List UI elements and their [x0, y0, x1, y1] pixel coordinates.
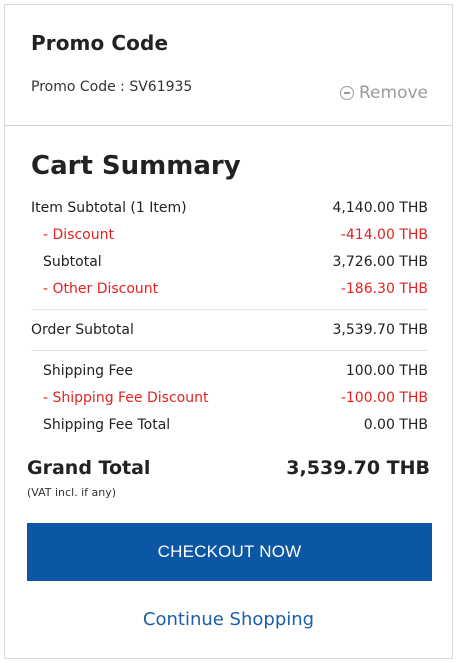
shipping-discount-value: -100.00 THB — [340, 390, 428, 406]
checkout-button[interactable]: CHECKOUT NOW — [27, 523, 432, 581]
discount-label: - Discount — [43, 227, 114, 243]
divider — [31, 309, 428, 310]
minus-circle-icon — [340, 86, 354, 100]
subtotal-value: 3,726.00 THB — [332, 254, 428, 270]
vat-note: (VAT incl. if any) — [27, 486, 117, 499]
cart-summary-title: Cart Summary — [31, 151, 241, 181]
shipping-total-value: 0.00 THB — [363, 417, 428, 433]
shipping-discount-label: - Shipping Fee Discount — [43, 390, 209, 406]
cart-summary-card: Promo Code Promo Code : SV61935 Remove C… — [4, 4, 453, 659]
grand-total-value: 3,539.70 THB — [286, 457, 430, 479]
divider — [31, 350, 428, 351]
item-subtotal-value: 4,140.00 THB — [332, 200, 428, 216]
promo-code-section: Promo Code Promo Code : SV61935 Remove — [5, 5, 452, 126]
grand-total-label: Grand Total — [27, 457, 151, 479]
promo-code-text: Promo Code : SV61935 — [31, 79, 193, 95]
discount-value: -414.00 THB — [340, 227, 428, 243]
other-discount-value: -186.30 THB — [340, 281, 428, 297]
remove-promo-button[interactable]: Remove — [340, 83, 428, 103]
item-subtotal-label: Item Subtotal (1 Item) — [31, 200, 187, 216]
order-subtotal-value: 3,539.70 THB — [332, 322, 428, 338]
continue-shopping-link[interactable]: Continue Shopping — [5, 609, 452, 630]
shipping-fee-value: 100.00 THB — [345, 363, 428, 379]
order-subtotal-label: Order Subtotal — [31, 322, 134, 338]
shipping-fee-label: Shipping Fee — [43, 363, 134, 379]
subtotal-label: Subtotal — [43, 254, 102, 270]
promo-title: Promo Code — [31, 31, 169, 55]
other-discount-label: - Other Discount — [43, 281, 159, 297]
shipping-total-label: Shipping Fee Total — [43, 417, 171, 433]
remove-label: Remove — [359, 83, 428, 103]
